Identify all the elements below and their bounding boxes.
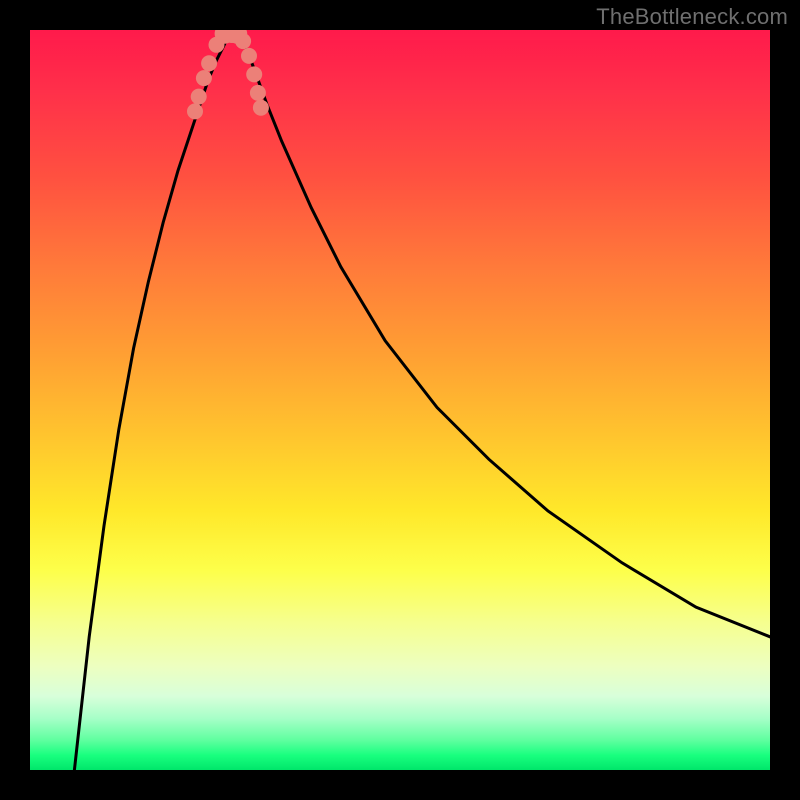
watermark-text: TheBottleneck.com bbox=[596, 4, 788, 30]
hotspot-beads bbox=[187, 30, 269, 119]
bead bbox=[196, 70, 212, 86]
bead bbox=[250, 85, 266, 101]
bead bbox=[191, 89, 207, 105]
plot-area bbox=[30, 30, 770, 770]
bead bbox=[241, 48, 257, 64]
bottleneck-curve bbox=[74, 33, 770, 770]
curve-svg bbox=[30, 30, 770, 770]
frame: TheBottleneck.com bbox=[0, 0, 800, 800]
bead bbox=[253, 100, 269, 116]
bead bbox=[235, 33, 251, 49]
bead bbox=[201, 55, 217, 71]
bead bbox=[246, 66, 262, 82]
bead bbox=[187, 103, 203, 119]
